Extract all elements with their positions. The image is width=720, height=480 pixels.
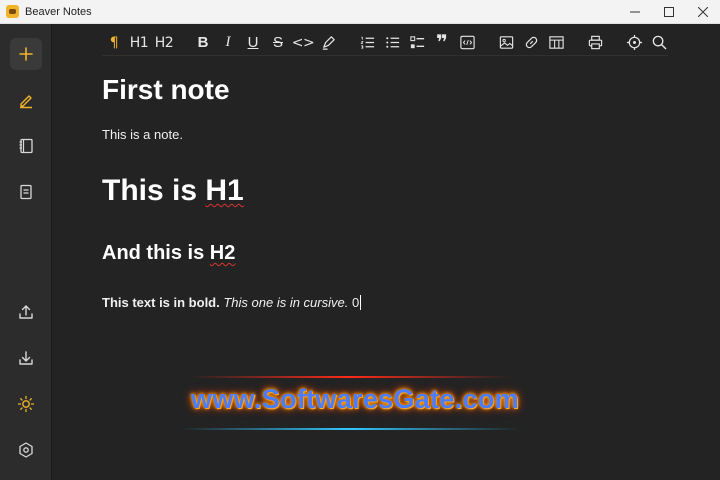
table-icon xyxy=(548,36,564,49)
heading1-label: H1 xyxy=(129,34,149,51)
note-content[interactable]: First note This is a note. This is H1 An… xyxy=(102,74,662,310)
heading2-button[interactable]: H2 xyxy=(152,31,176,55)
formatting-toolbar: ¶ H1 H2 B I U S <> ❞ xyxy=(102,30,668,56)
highlight-button[interactable] xyxy=(316,31,340,55)
bold-button[interactable]: B xyxy=(191,31,215,55)
text-caret xyxy=(360,295,362,310)
export-button[interactable] xyxy=(10,296,42,328)
sidebar xyxy=(0,24,52,480)
close-icon xyxy=(698,7,708,17)
heading2-block[interactable]: And this is H2 xyxy=(102,242,662,265)
notebook-icon xyxy=(19,138,33,154)
minimize-icon xyxy=(630,11,640,13)
watermark-line-bottom xyxy=(180,428,520,430)
printer-icon xyxy=(588,35,602,50)
document-icon xyxy=(20,184,32,200)
underline-icon: U xyxy=(247,34,259,51)
link-button[interactable] xyxy=(519,31,543,55)
strikethrough-icon: S xyxy=(272,34,283,51)
italic-text: This one is in cursive. xyxy=(223,295,349,310)
search-icon xyxy=(652,35,666,50)
watermark: www.SoftwaresGate.com xyxy=(191,384,519,414)
title-bar: Beaver Notes xyxy=(0,0,720,24)
import-button[interactable] xyxy=(10,342,42,374)
note-paragraph[interactable]: This is a note. xyxy=(102,127,662,142)
underline-button[interactable]: U xyxy=(241,31,265,55)
heading1-block[interactable]: This is H1 xyxy=(102,174,662,208)
settings-button[interactable] xyxy=(10,434,42,466)
heading2-label: H2 xyxy=(154,34,174,51)
code-icon: <> xyxy=(291,34,315,51)
heading2-text: And this is xyxy=(102,242,210,264)
sidebar-item-archive[interactable] xyxy=(10,130,42,162)
italic-icon: I xyxy=(225,34,231,50)
sun-icon xyxy=(17,395,35,413)
table-button[interactable] xyxy=(544,31,568,55)
quote-icon: ❞ xyxy=(436,31,448,54)
image-button[interactable] xyxy=(494,31,518,55)
heading1-text: This is xyxy=(102,174,206,207)
theme-toggle-button[interactable] xyxy=(10,388,42,420)
heading1-misspelled: H1 xyxy=(205,174,244,207)
beaver-app-icon xyxy=(6,5,19,18)
sidebar-item-notes[interactable] xyxy=(10,84,42,116)
print-button[interactable] xyxy=(583,31,607,55)
sidebar-item-labels[interactable] xyxy=(10,176,42,208)
formatted-paragraph[interactable]: This text is in bold. This one is in cur… xyxy=(102,295,662,310)
heading1-button[interactable]: H1 xyxy=(127,31,151,55)
window-title: Beaver Notes xyxy=(25,5,92,18)
code-block-icon xyxy=(459,35,475,50)
focus-mode-button[interactable] xyxy=(622,31,646,55)
settings-icon xyxy=(19,442,33,458)
download-icon xyxy=(19,351,33,365)
link-icon xyxy=(525,36,537,49)
strikethrough-button[interactable]: S xyxy=(266,31,290,55)
window-controls xyxy=(618,0,720,24)
paragraph-icon: ¶ xyxy=(109,34,119,51)
note-title[interactable]: First note xyxy=(102,74,662,106)
ordered-list-button[interactable] xyxy=(355,31,379,55)
maximize-button[interactable] xyxy=(652,0,686,24)
blockquote-button[interactable]: ❞ xyxy=(430,31,454,55)
heading2-misspelled: H2 xyxy=(209,242,236,264)
task-list-button[interactable] xyxy=(405,31,429,55)
code-button[interactable]: <> xyxy=(291,31,315,55)
ordered-list-icon xyxy=(360,36,374,49)
watermark-line-top xyxy=(190,376,510,378)
minimize-button[interactable] xyxy=(618,0,652,24)
close-button[interactable] xyxy=(686,0,720,24)
highlighter-icon xyxy=(322,36,335,50)
italic-button[interactable]: I xyxy=(216,31,240,55)
code-block-button[interactable] xyxy=(455,31,479,55)
bold-text: This text is in bold. xyxy=(102,295,220,310)
crosshair-icon xyxy=(626,34,642,51)
image-icon xyxy=(499,36,513,49)
search-button[interactable] xyxy=(647,31,671,55)
paragraph-button[interactable]: ¶ xyxy=(102,31,126,55)
new-note-button[interactable] xyxy=(10,38,42,70)
pencil-icon xyxy=(20,95,32,109)
maximize-icon xyxy=(664,7,674,17)
plus-icon xyxy=(19,47,33,61)
trailing-text: 0 xyxy=(351,295,360,310)
bold-icon: B xyxy=(197,34,209,51)
bullet-list-button[interactable] xyxy=(380,31,404,55)
bullet-list-icon xyxy=(385,37,399,48)
checklist-icon xyxy=(409,36,424,49)
upload-icon xyxy=(19,305,33,319)
